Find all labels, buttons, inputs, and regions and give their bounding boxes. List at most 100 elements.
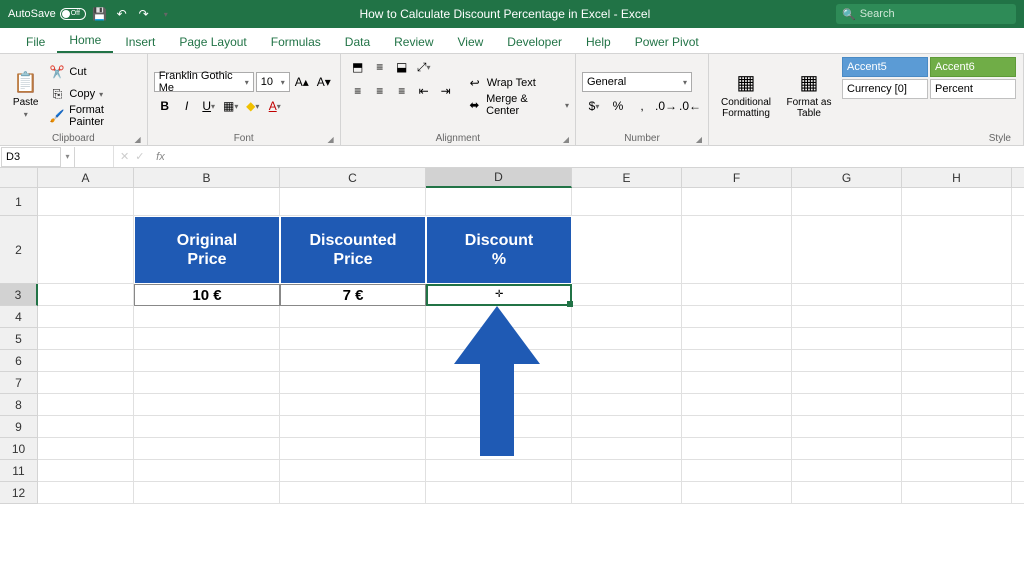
cell-A10[interactable] <box>38 438 134 460</box>
align-top-icon[interactable]: ⬒ <box>347 56 369 78</box>
row-header-2[interactable]: 2 <box>0 216 38 284</box>
cell-H2[interactable] <box>902 216 1012 284</box>
clipboard-launcher[interactable]: ◢ <box>135 135 141 144</box>
tab-power-pivot[interactable]: Power Pivot <box>623 31 711 53</box>
col-header-F[interactable]: F <box>682 168 792 188</box>
cell-C12[interactable] <box>280 482 426 504</box>
font-size-select[interactable]: 10▾ <box>256 72 290 92</box>
cell-I8[interactable] <box>1012 394 1024 416</box>
cell-F3[interactable] <box>682 284 792 306</box>
increase-decimal-icon[interactable]: .0→ <box>654 96 678 116</box>
cell-C5[interactable] <box>280 328 426 350</box>
copy-button[interactable]: ⎘Copy▾ <box>49 83 140 105</box>
cell-I9[interactable] <box>1012 416 1024 438</box>
align-center-icon[interactable]: ≡ <box>369 80 391 102</box>
table-header-1[interactable]: DiscountedPrice <box>280 216 426 284</box>
row-header-5[interactable]: 5 <box>0 328 38 350</box>
tab-view[interactable]: View <box>446 31 496 53</box>
cell-I10[interactable] <box>1012 438 1024 460</box>
increase-indent-icon[interactable]: ⇥ <box>435 80 457 102</box>
cell-E4[interactable] <box>572 306 682 328</box>
format-as-table-button[interactable]: ▦ Format as Table <box>781 56 837 132</box>
cell-C7[interactable] <box>280 372 426 394</box>
cell-F7[interactable] <box>682 372 792 394</box>
font-color-button[interactable]: A▾ <box>264 96 286 116</box>
cell-A6[interactable] <box>38 350 134 372</box>
col-header-D[interactable]: D <box>426 168 572 188</box>
cell-E9[interactable] <box>572 416 682 438</box>
enter-formula-icon[interactable]: ✓ <box>135 150 144 163</box>
style-currency[interactable]: Currency [0] <box>842 79 928 99</box>
cell-B7[interactable] <box>134 372 280 394</box>
cell-I1[interactable] <box>1012 188 1024 216</box>
row-header-12[interactable]: 12 <box>0 482 38 504</box>
cell-C1[interactable] <box>280 188 426 216</box>
cell-I6[interactable] <box>1012 350 1024 372</box>
cell-C10[interactable] <box>280 438 426 460</box>
row-header-9[interactable]: 9 <box>0 416 38 438</box>
align-bottom-icon[interactable]: ⬓ <box>391 56 413 78</box>
tab-page-layout[interactable]: Page Layout <box>167 31 258 53</box>
cell-D12[interactable] <box>426 482 572 504</box>
number-format-select[interactable]: General▾ <box>582 72 692 92</box>
undo-icon[interactable]: ↶ <box>114 6 130 22</box>
row-header-8[interactable]: 8 <box>0 394 38 416</box>
cell-A8[interactable] <box>38 394 134 416</box>
cell-C8[interactable] <box>280 394 426 416</box>
cell-F9[interactable] <box>682 416 792 438</box>
align-left-icon[interactable]: ≡ <box>347 80 369 102</box>
cell-C6[interactable] <box>280 350 426 372</box>
row-header-11[interactable]: 11 <box>0 460 38 482</box>
paste-button[interactable]: 📋 Paste ▾ <box>6 56 45 132</box>
cell-E1[interactable] <box>572 188 682 216</box>
row-header-1[interactable]: 1 <box>0 188 38 216</box>
italic-button[interactable]: I <box>176 96 198 116</box>
cell-F11[interactable] <box>682 460 792 482</box>
cell-I3[interactable] <box>1012 284 1024 306</box>
cell-G1[interactable] <box>792 188 902 216</box>
name-box-dropdown[interactable]: ▾ <box>61 147 75 167</box>
row-header-10[interactable]: 10 <box>0 438 38 460</box>
bold-button[interactable]: B <box>154 96 176 116</box>
cell-E10[interactable] <box>572 438 682 460</box>
cell-G9[interactable] <box>792 416 902 438</box>
decrease-indent-icon[interactable]: ⇤ <box>413 80 435 102</box>
cell-G4[interactable] <box>792 306 902 328</box>
decrease-font-icon[interactable]: A▾ <box>314 72 334 92</box>
cell-H6[interactable] <box>902 350 1012 372</box>
cell-H10[interactable] <box>902 438 1012 460</box>
cell-G12[interactable] <box>792 482 902 504</box>
cell-E7[interactable] <box>572 372 682 394</box>
cell-E12[interactable] <box>572 482 682 504</box>
cell-F12[interactable] <box>682 482 792 504</box>
cell-E2[interactable] <box>572 216 682 284</box>
tab-data[interactable]: Data <box>333 31 382 53</box>
cell-G7[interactable] <box>792 372 902 394</box>
cell-B11[interactable] <box>134 460 280 482</box>
cut-button[interactable]: ✂️Cut <box>49 61 140 83</box>
accounting-format-icon[interactable]: $▾ <box>582 96 606 116</box>
fx-button[interactable]: fx <box>150 151 170 163</box>
conditional-formatting-button[interactable]: ▦ Conditional Formatting <box>715 56 777 132</box>
tab-home[interactable]: Home <box>57 29 113 53</box>
tab-file[interactable]: File <box>14 31 57 53</box>
tab-insert[interactable]: Insert <box>113 31 167 53</box>
cell-E8[interactable] <box>572 394 682 416</box>
tab-formulas[interactable]: Formulas <box>259 31 333 53</box>
cell-H7[interactable] <box>902 372 1012 394</box>
qat-dropdown-icon[interactable]: ▾ <box>158 6 174 22</box>
align-middle-icon[interactable]: ≡ <box>369 56 391 78</box>
cell-G2[interactable] <box>792 216 902 284</box>
cell-A9[interactable] <box>38 416 134 438</box>
alignment-launcher[interactable]: ◢ <box>563 135 569 144</box>
cell-H4[interactable] <box>902 306 1012 328</box>
cell-I7[interactable] <box>1012 372 1024 394</box>
number-launcher[interactable]: ◢ <box>696 135 702 144</box>
table-header-0[interactable]: OriginalPrice <box>134 216 280 284</box>
cell-F4[interactable] <box>682 306 792 328</box>
cell-H3[interactable] <box>902 284 1012 306</box>
table-cell-C3[interactable]: 7 € <box>280 284 426 306</box>
row-header-4[interactable]: 4 <box>0 306 38 328</box>
align-right-icon[interactable]: ≡ <box>391 80 413 102</box>
redo-icon[interactable]: ↷ <box>136 6 152 22</box>
